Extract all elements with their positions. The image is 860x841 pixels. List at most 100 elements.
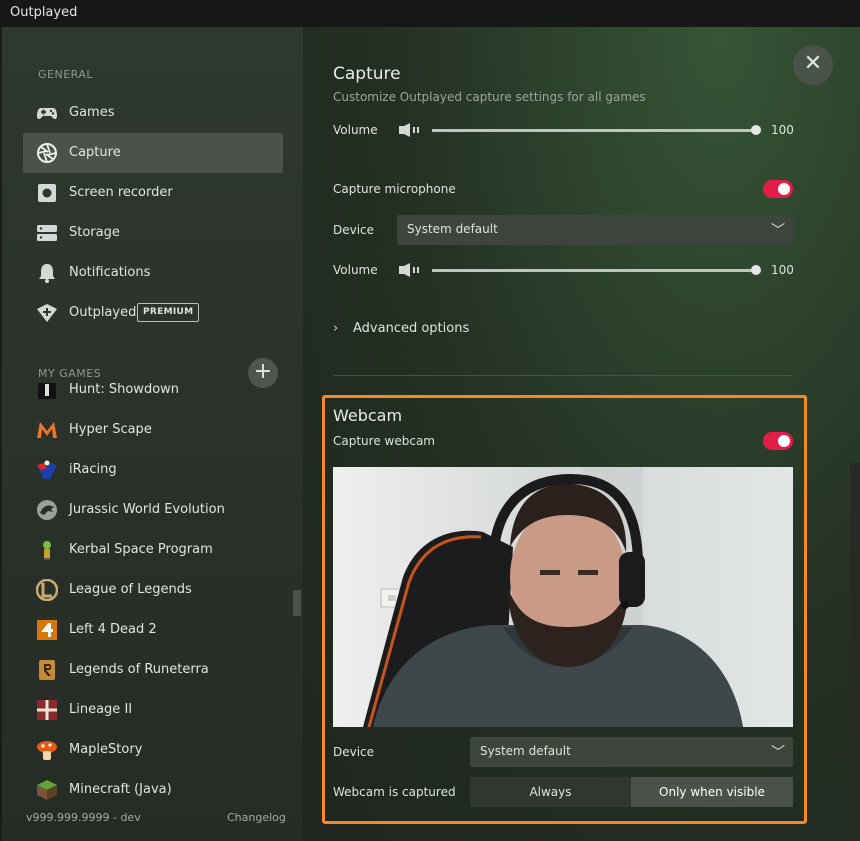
main-scrollbar-track[interactable]: [850, 463, 860, 841]
sidebar-scrollbar[interactable]: [293, 590, 301, 616]
sidebar-item-outplayed[interactable]: Outplayed PREMIUM: [23, 293, 283, 333]
game-label: Lineage II: [69, 702, 133, 717]
sidebar-footer: v999.999.9999 - dev Changelog: [0, 804, 303, 841]
option-always[interactable]: Always: [470, 777, 631, 807]
volume-value: 100: [771, 123, 794, 137]
sidebar-item-label: Capture: [69, 145, 121, 160]
bell-icon: [39, 264, 55, 283]
list-item[interactable]: Hunt: Showdown: [23, 383, 283, 410]
list-item[interactable]: Hyper Scape: [23, 410, 283, 450]
league-of-legends-icon: [36, 579, 58, 601]
title-bar: Outplayed: [0, 0, 860, 27]
mic-volume-slider[interactable]: [432, 269, 756, 272]
webcam-capture-mode[interactable]: Always Only when visible: [470, 777, 793, 807]
list-item[interactable]: Jurassic World Evolution: [23, 490, 283, 530]
close-icon: ✕: [803, 51, 823, 76]
capture-webcam-toggle[interactable]: [763, 432, 793, 450]
webcam-device-label: Device: [333, 745, 375, 759]
capture-webcam-label: Capture webcam: [333, 434, 435, 448]
lineage-icon: [37, 700, 57, 720]
capture-microphone-toggle[interactable]: [763, 180, 793, 198]
speaker-icon[interactable]: [399, 123, 421, 137]
webcam-section-title: Webcam: [333, 406, 403, 425]
mic-device-select[interactable]: System default ﹀: [397, 215, 793, 245]
chevron-down-icon: ﹀: [771, 223, 785, 239]
app-title: Outplayed: [10, 5, 78, 20]
list-item[interactable]: Legends of Runeterra: [23, 650, 283, 690]
sidebar-item-screen-recorder[interactable]: Screen recorder: [23, 173, 283, 213]
chevron-down-icon: ﹀: [771, 745, 785, 761]
list-item[interactable]: Lineage II: [23, 690, 283, 730]
sidebar-item-label: Games: [69, 105, 115, 120]
advanced-options-label: Advanced options: [353, 321, 470, 336]
outplayed-icon: [37, 304, 57, 322]
sidebar-item-storage[interactable]: Storage: [23, 213, 283, 253]
webcam-captured-label: Webcam is captured: [333, 785, 456, 799]
sidebar-item-capture[interactable]: Capture: [23, 133, 283, 173]
list-item[interactable]: Minecraft (Java): [23, 770, 283, 803]
mic-volume-slider-handle[interactable]: [751, 265, 761, 275]
my-games-section-label: MY GAMES: [38, 367, 102, 380]
capture-microphone-label: Capture microphone: [333, 182, 456, 196]
sidebar-item-label: Storage: [69, 225, 120, 240]
kerbal-icon: [43, 541, 51, 560]
game-label: League of Legends: [69, 582, 192, 597]
page-title: Capture: [333, 64, 401, 84]
sidebar-item-label: Screen recorder: [69, 185, 173, 200]
game-label: Minecraft (Java): [69, 782, 172, 797]
toggle-knob: [778, 435, 790, 447]
sidebar-item-notifications[interactable]: Notifications: [23, 253, 283, 293]
webcam-device-select[interactable]: System default ﹀: [470, 737, 793, 767]
advanced-options-toggle[interactable]: › Advanced options: [333, 321, 469, 336]
select-value: System default: [480, 744, 571, 758]
volume-slider[interactable]: [432, 129, 756, 132]
hyper-scape-icon: [37, 422, 57, 438]
changelog-link[interactable]: Changelog: [227, 811, 286, 824]
iracing-icon: [37, 460, 57, 479]
left4dead-icon: [37, 620, 57, 640]
game-label: Legends of Runeterra: [69, 662, 209, 677]
game-label: Hyper Scape: [69, 422, 152, 437]
toggle-knob: [778, 183, 790, 195]
gamepad-icon: [37, 108, 57, 120]
game-label: Kerbal Space Program: [69, 542, 213, 557]
game-label: MapleStory: [69, 742, 143, 757]
window-edge: [0, 27, 2, 841]
version-label: v999.999.9999 - dev: [26, 811, 141, 824]
list-item[interactable]: Left 4 Dead 2: [23, 610, 283, 650]
maplestory-icon: [37, 741, 57, 760]
divider: [333, 375, 793, 376]
close-button[interactable]: ✕: [793, 45, 833, 85]
mic-device-label: Device: [333, 223, 375, 237]
volume-slider-handle[interactable]: [751, 125, 761, 135]
jurassic-world-icon: [37, 500, 57, 520]
sidebar-item-label: Notifications: [69, 265, 151, 280]
list-item[interactable]: MapleStory: [23, 730, 283, 770]
game-label: Jurassic World Evolution: [69, 502, 225, 517]
mic-volume-label: Volume: [333, 263, 378, 277]
list-item[interactable]: iRacing: [23, 450, 283, 490]
aperture-icon: [37, 143, 57, 163]
list-item[interactable]: League of Legends: [23, 570, 283, 610]
speaker-icon[interactable]: [399, 263, 421, 277]
select-value: System default: [407, 222, 498, 236]
runeterra-icon: [39, 660, 55, 680]
chevron-right-icon: ›: [333, 321, 339, 336]
sidebar-item-games[interactable]: Games: [23, 93, 283, 133]
webcam-preview: [333, 467, 793, 727]
sidebar-item-label: Outplayed: [69, 305, 137, 320]
game-label: iRacing: [69, 462, 117, 477]
games-list[interactable]: Hunt: Showdown Hyper Scape iRacing Juras…: [23, 383, 293, 803]
hunt-showdown-icon: [38, 383, 56, 399]
game-label: Left 4 Dead 2: [69, 622, 157, 637]
general-section-label: GENERAL: [38, 68, 94, 81]
list-item[interactable]: Kerbal Space Program: [23, 530, 283, 570]
game-label: Hunt: Showdown: [69, 383, 180, 397]
record-icon: [38, 184, 56, 202]
premium-badge: PREMIUM: [137, 303, 200, 322]
page-subtitle: Customize Outplayed capture settings for…: [333, 90, 646, 104]
minecraft-icon: [37, 780, 57, 800]
volume-label: Volume: [333, 123, 378, 137]
option-only-when-visible[interactable]: Only when visible: [631, 777, 793, 807]
mic-volume-value: 100: [771, 263, 794, 277]
